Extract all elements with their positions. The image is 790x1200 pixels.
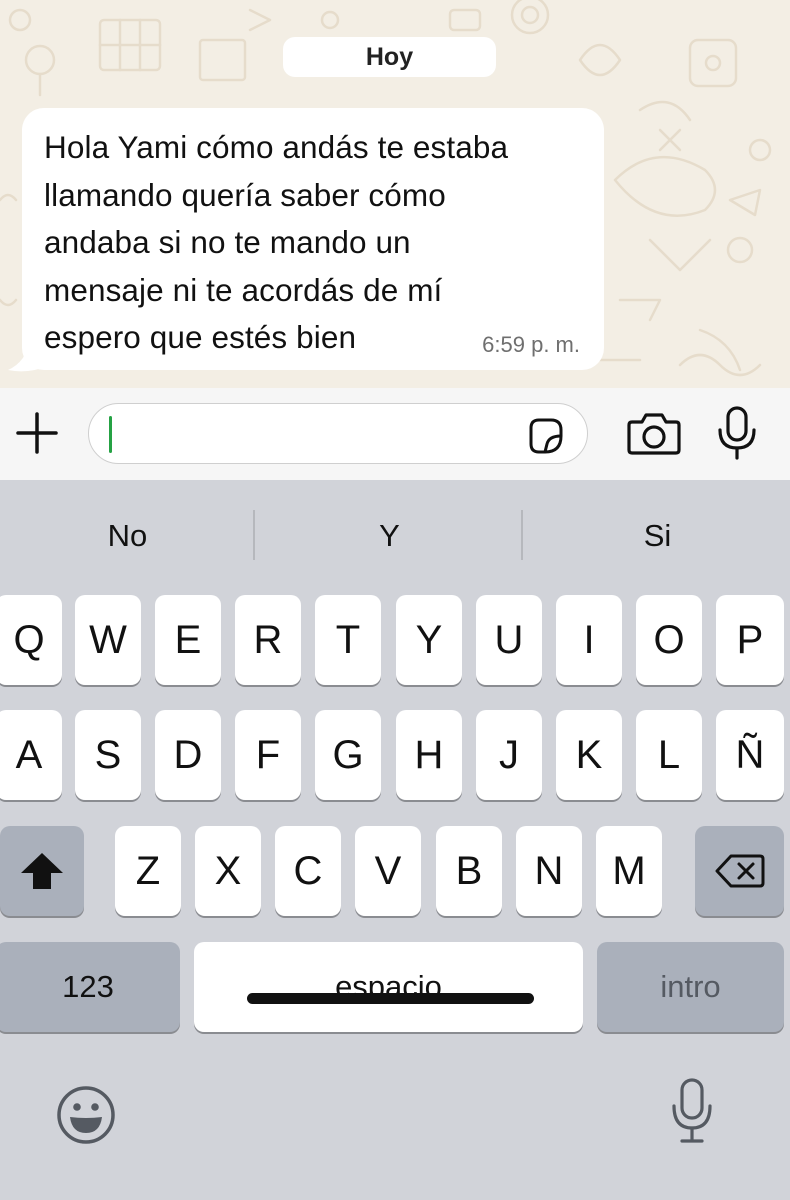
plus-icon[interactable]: [14, 410, 60, 456]
key[interactable]: L: [636, 710, 702, 800]
incoming-message-bubble[interactable]: Hola Yami cómo andás te estaba llamando …: [22, 108, 604, 370]
message-line: llamando quería saber cómo: [44, 176, 446, 213]
key-label: T: [335, 617, 361, 662]
key-label: E: [174, 617, 202, 662]
key[interactable]: M: [596, 826, 662, 916]
key[interactable]: T: [315, 595, 381, 685]
key-label: Ñ: [735, 732, 765, 777]
key-label: B: [455, 848, 483, 893]
dictation-icon[interactable]: [670, 1078, 714, 1144]
key-label: A: [15, 732, 43, 777]
key-label: G: [332, 732, 364, 777]
message-input-bar: [0, 388, 790, 480]
home-indicator[interactable]: [247, 993, 534, 1004]
key[interactable]: S: [75, 710, 141, 800]
date-label: Hoy: [365, 42, 414, 71]
date-separator: Hoy: [283, 37, 496, 77]
message-line: mensaje ni te acordás de mí: [44, 271, 443, 308]
key[interactable]: H: [396, 710, 462, 800]
key[interactable]: B: [436, 826, 502, 916]
backspace-key[interactable]: [695, 826, 784, 916]
return-key[interactable]: intro: [597, 942, 784, 1032]
message-timestamp: 6:59 p. m.: [482, 332, 580, 357]
key-label: I: [583, 617, 595, 662]
key[interactable]: O: [636, 595, 702, 685]
text-caret: [109, 416, 112, 453]
keyboard: No Y Si Q W E R T Y U I O P A S D F G H …: [0, 480, 790, 1200]
key-label: C: [293, 848, 323, 893]
key[interactable]: Y: [396, 595, 462, 685]
shift-icon: [21, 853, 63, 889]
key-label: X: [214, 848, 242, 893]
prediction-suggestion[interactable]: Si: [530, 518, 785, 554]
key[interactable]: P: [716, 595, 784, 685]
shift-key[interactable]: [0, 826, 84, 916]
key[interactable]: Ñ: [716, 710, 784, 800]
message-input[interactable]: [88, 403, 588, 464]
message-text: Hola Yami cómo andás te estaba llamando …: [44, 124, 582, 362]
key-label: M: [612, 848, 646, 893]
key-label: N: [534, 848, 564, 893]
key-label: 123: [62, 969, 114, 1004]
key-label: V: [374, 848, 402, 893]
key-label: Y: [415, 617, 443, 662]
key-label: intro: [660, 969, 721, 1004]
key[interactable]: G: [315, 710, 381, 800]
emoji-icon[interactable]: [56, 1085, 116, 1145]
key[interactable]: U: [476, 595, 542, 685]
key[interactable]: Q: [0, 595, 62, 685]
key[interactable]: E: [155, 595, 221, 685]
key[interactable]: A: [0, 710, 62, 800]
prediction-suggestion[interactable]: Y: [262, 518, 517, 554]
prediction-divider: [253, 510, 255, 560]
key-label: D: [173, 732, 203, 777]
key[interactable]: V: [355, 826, 421, 916]
message-line: Hola Yami cómo andás te estaba: [44, 129, 509, 165]
key-label: O: [653, 617, 685, 662]
key[interactable]: R: [235, 595, 301, 685]
backspace-icon: [715, 854, 764, 888]
key[interactable]: F: [235, 710, 301, 800]
space-key[interactable]: espacio: [194, 942, 583, 1032]
key[interactable]: I: [556, 595, 622, 685]
key-label: L: [657, 732, 681, 777]
key-label: R: [253, 617, 283, 662]
key-label: Q: [13, 617, 45, 662]
numbers-key[interactable]: 123: [0, 942, 180, 1032]
key-label: F: [255, 732, 281, 777]
key-label: U: [494, 617, 524, 662]
key[interactable]: N: [516, 826, 582, 916]
key[interactable]: C: [275, 826, 341, 916]
key[interactable]: W: [75, 595, 141, 685]
key[interactable]: D: [155, 710, 221, 800]
key-label: Z: [135, 848, 161, 893]
key[interactable]: J: [476, 710, 542, 800]
key-label: P: [736, 617, 764, 662]
key-label: K: [575, 732, 603, 777]
sticker-icon[interactable]: [525, 416, 565, 456]
prediction-divider: [521, 510, 523, 560]
key-label: S: [94, 732, 122, 777]
camera-icon[interactable]: [626, 410, 682, 458]
message-line: andaba si no te mando un: [44, 224, 411, 260]
key[interactable]: X: [195, 826, 261, 916]
key-label: W: [89, 617, 127, 662]
key[interactable]: K: [556, 710, 622, 800]
key-label: J: [499, 732, 519, 777]
key-label: H: [414, 732, 444, 777]
microphone-icon[interactable]: [716, 406, 758, 460]
prediction-suggestion[interactable]: No: [0, 518, 255, 554]
key[interactable]: Z: [115, 826, 181, 916]
